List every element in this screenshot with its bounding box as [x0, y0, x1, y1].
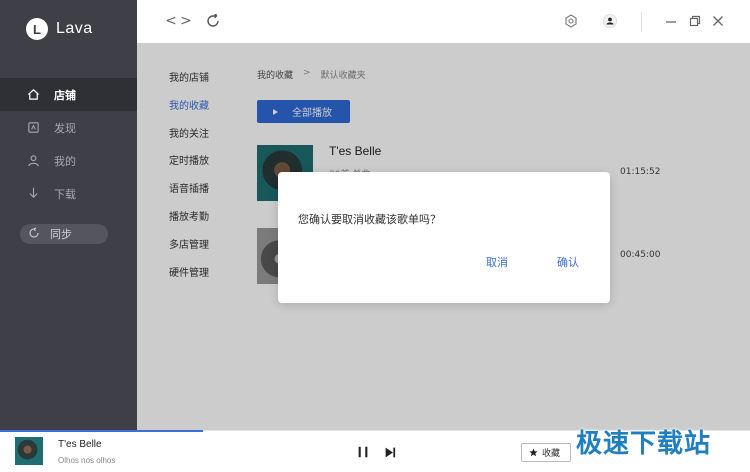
now-playing-title: T'es Belle: [58, 439, 102, 450]
download-icon: [26, 187, 40, 201]
forward-button[interactable]: >: [177, 12, 195, 30]
cancel-button[interactable]: 取消: [486, 254, 508, 270]
now-playing-cover[interactable]: [15, 437, 43, 465]
sidebar-item-discover[interactable]: 发现: [0, 111, 137, 144]
favorite-label: 收藏: [542, 449, 561, 459]
playback-progress[interactable]: [0, 430, 203, 432]
close-button[interactable]: [709, 12, 727, 30]
sidebar-item-label: 下载: [54, 187, 76, 201]
refresh-button[interactable]: [204, 12, 222, 30]
sidebar-item-mine[interactable]: 我的: [0, 144, 137, 177]
gear-icon: [565, 14, 577, 28]
chevron-right-icon: >: [180, 13, 192, 29]
now-playing-subtitle: Olhos nos olhos: [58, 456, 116, 465]
skip-next-icon: [385, 447, 395, 457]
confirm-dialog: 您确认要取消收藏该歌单吗？ 取消 确认: [278, 172, 610, 303]
home-icon: [26, 88, 40, 102]
pause-icon: [358, 446, 368, 458]
sidebar-item-label: 我的: [54, 154, 76, 168]
settings-button[interactable]: [562, 12, 580, 30]
confirm-button[interactable]: 确认: [557, 254, 579, 270]
divider: [641, 12, 642, 32]
logo-mark: L: [26, 18, 48, 40]
restore-button[interactable]: [686, 12, 704, 30]
favorite-button[interactable]: 收藏: [521, 443, 571, 462]
restore-icon: [689, 15, 701, 27]
close-icon: [713, 16, 723, 26]
sync-icon: [28, 227, 40, 242]
minimize-icon: [666, 21, 676, 23]
discover-icon: [26, 121, 40, 135]
dialog-message: 您确认要取消收藏该歌单吗？: [298, 213, 441, 226]
sidebar-nav: 店铺 发现 我的 下载: [0, 78, 137, 210]
app-name: Lava: [56, 20, 93, 37]
watermark: 极速下载站: [576, 429, 712, 459]
sync-label: 同步: [50, 228, 72, 241]
user-icon: [26, 154, 40, 168]
sidebar-item-label: 发现: [54, 121, 76, 135]
user-icon: [603, 14, 617, 28]
title-bar: < >: [137, 0, 750, 43]
sidebar-item-store[interactable]: 店铺: [0, 78, 137, 111]
minimize-button[interactable]: [662, 12, 680, 30]
pause-button[interactable]: [355, 444, 371, 460]
sidebar: L Lava 店铺 发现 我的 下载 同步: [0, 0, 137, 430]
sidebar-item-label: 店铺: [54, 88, 76, 102]
star-icon: [529, 448, 538, 457]
next-button[interactable]: [382, 444, 398, 460]
sidebar-item-download[interactable]: 下载: [0, 177, 137, 210]
sync-button[interactable]: 同步: [20, 224, 108, 244]
refresh-icon: [207, 14, 219, 27]
account-button[interactable]: [601, 12, 619, 30]
app-logo: L Lava: [26, 18, 93, 40]
chevron-left-icon: <: [165, 13, 177, 29]
